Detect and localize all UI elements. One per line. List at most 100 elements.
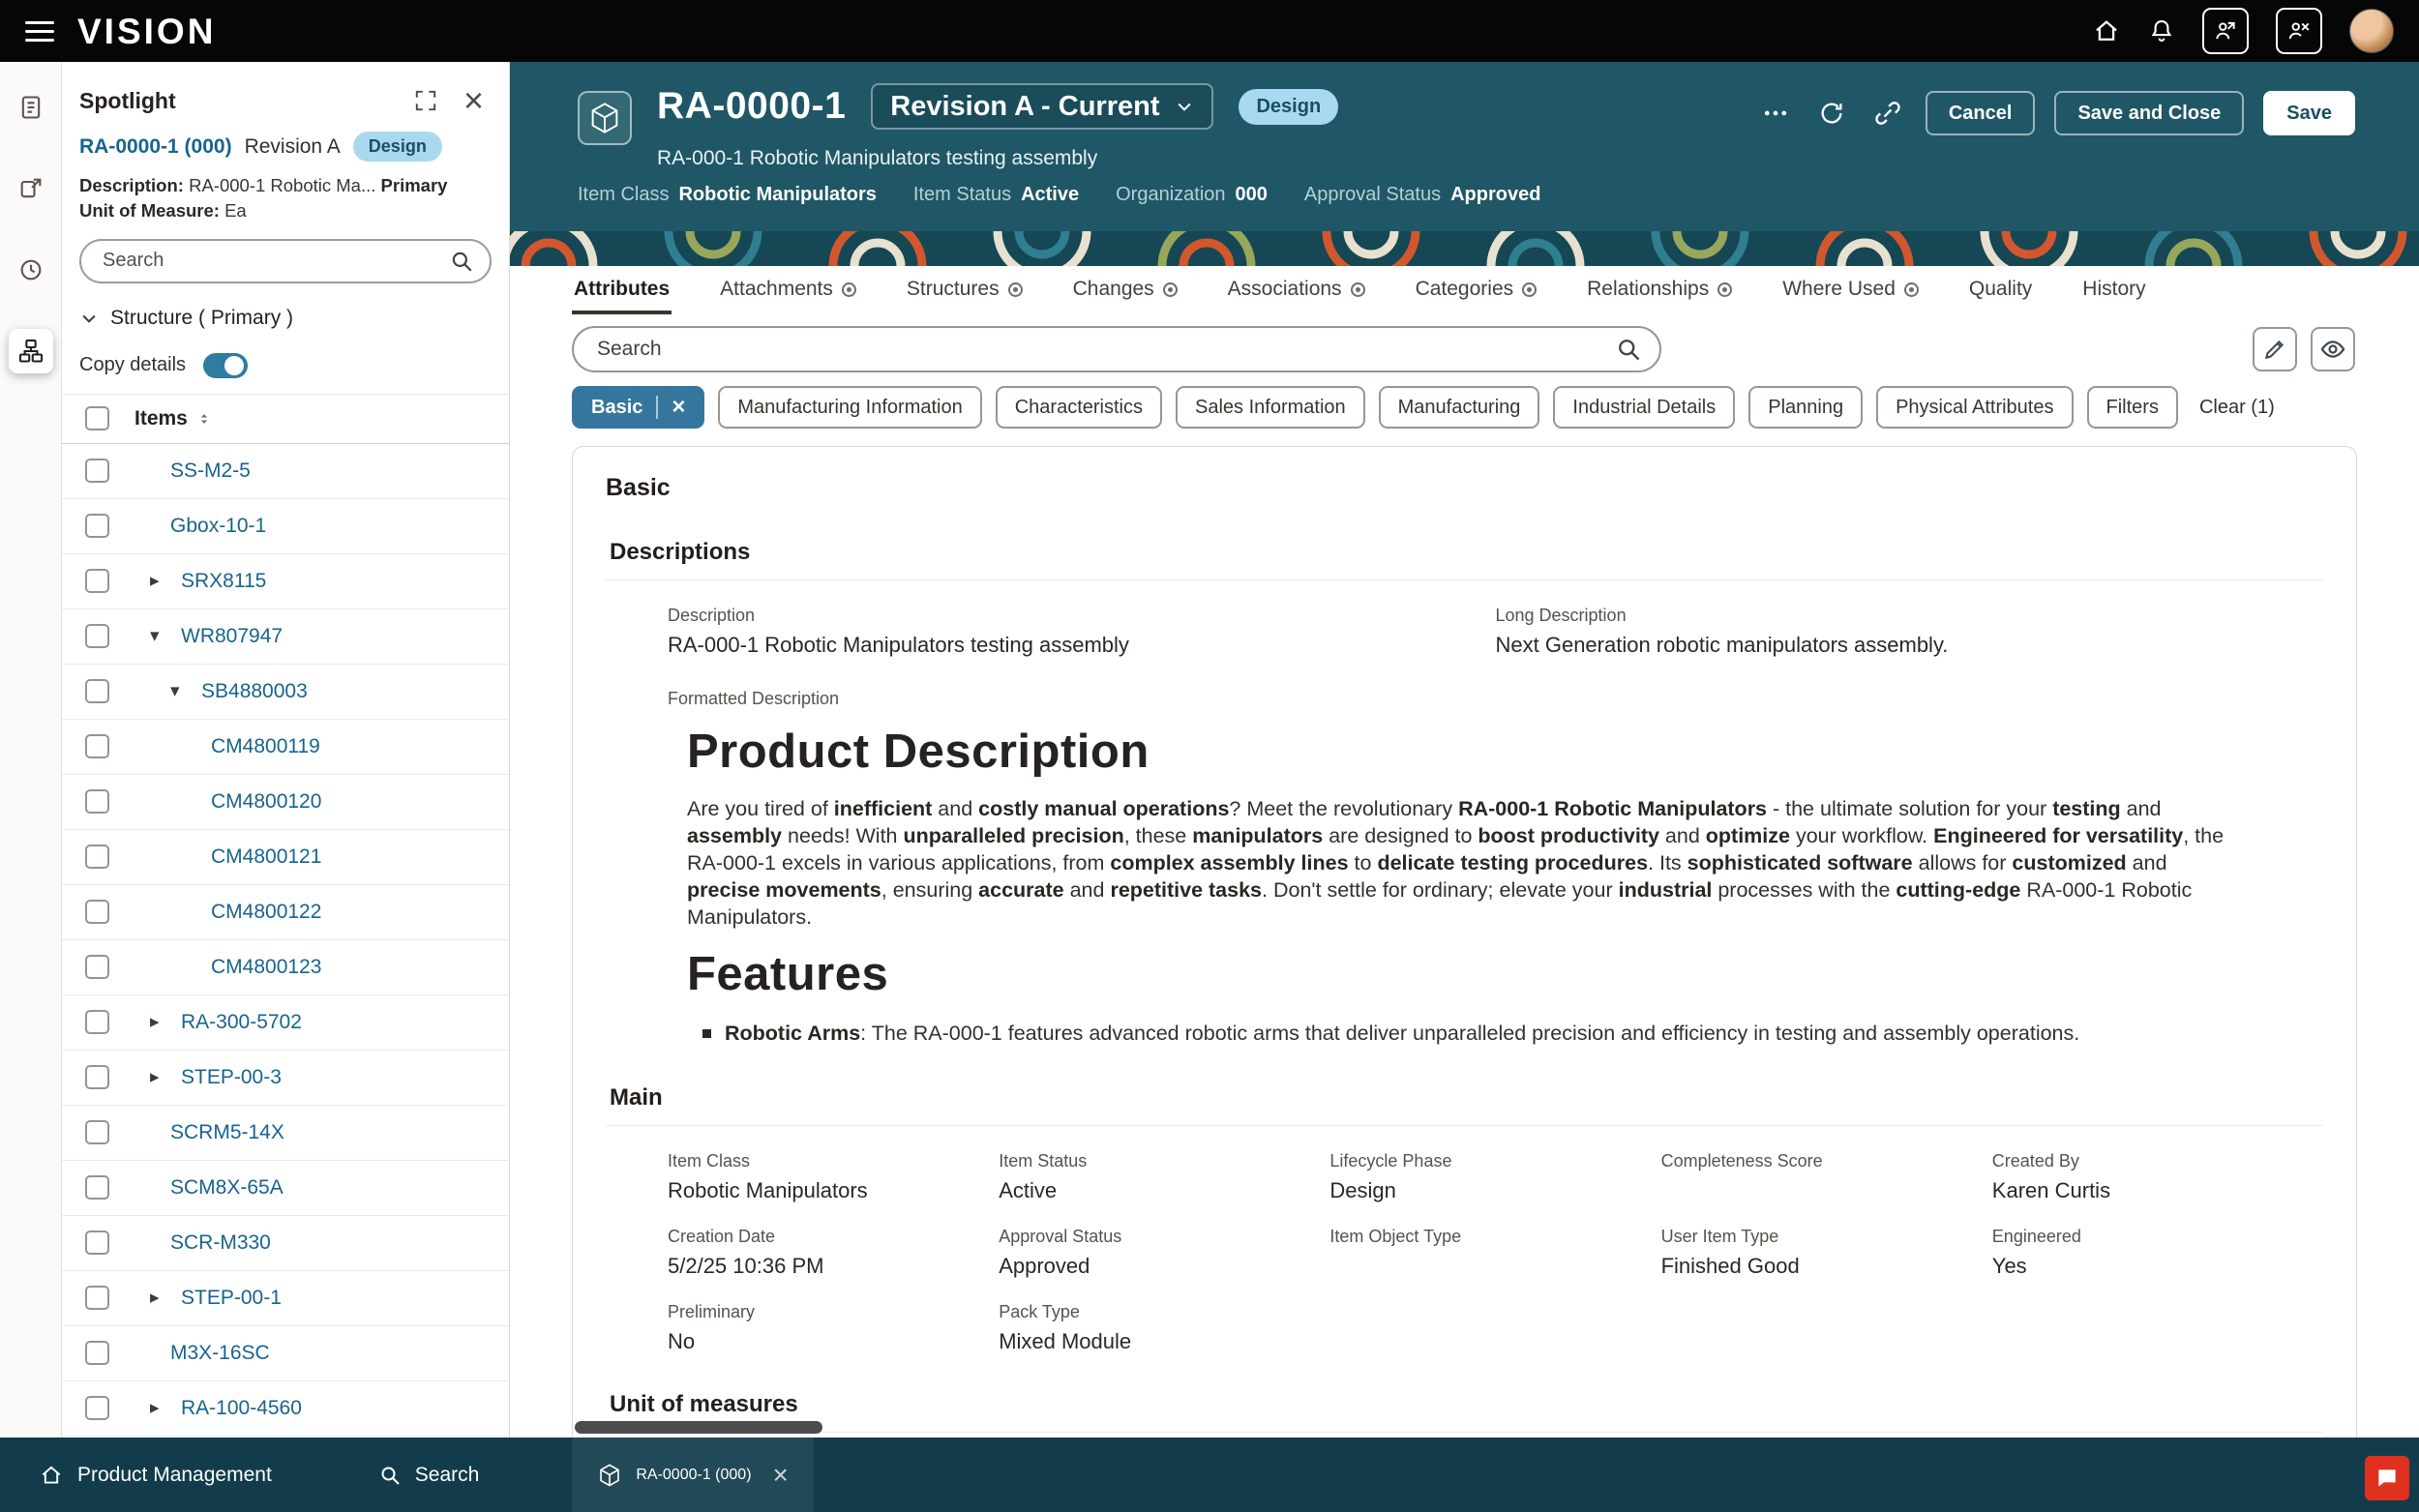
row-checkbox[interactable] — [85, 734, 109, 758]
tab-categories[interactable]: Categories — [1414, 270, 1539, 314]
item-link[interactable]: SCR-M330 — [170, 1231, 271, 1255]
chip-physical-attributes[interactable]: Physical Attributes — [1876, 386, 2073, 429]
tab-history[interactable]: History — [2080, 270, 2147, 314]
chip-planning[interactable]: Planning — [1748, 386, 1863, 429]
item-link[interactable]: M3X-16SC — [170, 1342, 270, 1365]
view-eye-button[interactable] — [2311, 327, 2355, 371]
tab-attributes[interactable]: Attributes — [572, 270, 672, 314]
row-checkbox[interactable] — [85, 1396, 109, 1420]
chip-sales-information[interactable]: Sales Information — [1176, 386, 1365, 429]
row-checkbox[interactable] — [85, 1175, 109, 1200]
row-checkbox[interactable] — [85, 624, 109, 648]
tree-row[interactable]: CM4800119 — [62, 720, 509, 775]
row-checkbox[interactable] — [85, 459, 109, 483]
chip-manufacturing[interactable]: Manufacturing — [1379, 386, 1540, 429]
bottom-search-item[interactable]: Search — [378, 1464, 480, 1487]
item-link[interactable]: WR807947 — [181, 625, 283, 648]
open-item-tab[interactable]: RA-0000-1 (000) × — [572, 1438, 814, 1512]
item-link[interactable]: STEP-00-3 — [181, 1066, 282, 1089]
tree-row[interactable]: SCRM5-14X — [62, 1106, 509, 1161]
tree-row[interactable]: CM4800121 — [62, 830, 509, 885]
item-link[interactable]: SRX8115 — [181, 570, 266, 593]
tab-associations[interactable]: Associations — [1226, 270, 1367, 314]
clear-filters-link[interactable]: Clear (1) — [2199, 397, 2275, 419]
expand-arrow-down[interactable]: ▾ — [150, 625, 181, 647]
tab-attachments[interactable]: Attachments — [718, 270, 858, 314]
row-checkbox[interactable] — [85, 679, 109, 703]
item-link[interactable]: RA-100-4560 — [181, 1397, 302, 1420]
item-link[interactable]: CM4800121 — [211, 845, 321, 869]
row-checkbox[interactable] — [85, 845, 109, 869]
tree-row[interactable]: ▸STEP-00-3 — [62, 1051, 509, 1106]
tree-row[interactable]: ▸RA-100-4560 — [62, 1381, 509, 1437]
overflow-menu-icon[interactable] — [1757, 99, 1794, 128]
product-management-item[interactable]: Product Management — [39, 1463, 272, 1488]
row-checkbox[interactable] — [85, 1230, 109, 1255]
chip-industrial-details[interactable]: Industrial Details — [1553, 386, 1735, 429]
item-link[interactable]: CM4800123 — [211, 956, 321, 979]
item-link[interactable]: SCRM5-14X — [170, 1121, 284, 1144]
item-link[interactable]: Gbox-10-1 — [170, 515, 266, 538]
tab-close-icon[interactable]: × — [773, 1462, 789, 1489]
copy-details-toggle[interactable] — [203, 353, 248, 378]
chip-manufacturing-information[interactable]: Manufacturing Information — [718, 386, 981, 429]
save-button[interactable]: Save — [2263, 91, 2355, 135]
expand-arrow-down[interactable]: ▾ — [170, 680, 201, 702]
revision-dropdown[interactable]: Revision A - Current — [871, 83, 1213, 130]
feedback-button[interactable] — [2365, 1456, 2409, 1500]
expand-arrow-right[interactable]: ▸ — [150, 1397, 181, 1419]
tree-row[interactable]: ▸STEP-00-1 — [62, 1271, 509, 1326]
tree-row[interactable]: ▾WR807947 — [62, 609, 509, 665]
history-icon[interactable] — [9, 248, 53, 292]
bell-icon[interactable] — [2148, 17, 2175, 44]
structure-icon[interactable] — [9, 329, 53, 373]
tab-relationships[interactable]: Relationships — [1585, 270, 1734, 314]
item-link[interactable]: SB4880003 — [201, 680, 308, 703]
close-icon[interactable]: × — [463, 83, 484, 118]
tab-where-used[interactable]: Where Used — [1780, 270, 1921, 314]
row-checkbox[interactable] — [85, 1010, 109, 1034]
row-checkbox[interactable] — [85, 900, 109, 924]
chip-close-icon[interactable]: × — [656, 396, 685, 419]
tree-row[interactable]: SS-M2-5 — [62, 444, 509, 499]
select-all-checkbox[interactable] — [85, 406, 109, 430]
spotlight-item-link[interactable]: RA-0000-1 (000) — [79, 135, 232, 159]
fullscreen-expand-icon[interactable] — [413, 88, 438, 113]
item-link[interactable]: CM4800122 — [211, 901, 321, 924]
sort-icon[interactable] — [195, 410, 213, 428]
panel-export-icon[interactable] — [9, 166, 53, 211]
item-link[interactable]: RA-300-5702 — [181, 1011, 302, 1034]
avatar[interactable] — [2349, 9, 2394, 53]
save-and-close-button[interactable]: Save and Close — [2054, 91, 2244, 135]
expand-arrow-right[interactable]: ▸ — [150, 570, 181, 592]
tree-row[interactable]: CM4800122 — [62, 885, 509, 940]
structure-section-toggle[interactable]: Structure ( Primary ) — [62, 283, 509, 330]
link-icon[interactable] — [1869, 100, 1906, 127]
horizontal-scrollbar-thumb[interactable] — [575, 1421, 822, 1434]
tab-quality[interactable]: Quality — [1967, 270, 2034, 314]
spotlight-form-icon[interactable] — [9, 85, 53, 130]
tree-row[interactable]: SCM8X-65A — [62, 1161, 509, 1216]
row-checkbox[interactable] — [85, 1286, 109, 1310]
tab-changes[interactable]: Changes — [1071, 270, 1180, 314]
chip-filters[interactable]: Filters — [2087, 386, 2178, 429]
refresh-icon[interactable] — [1813, 100, 1850, 127]
row-checkbox[interactable] — [85, 1120, 109, 1144]
tab-structures[interactable]: Structures — [905, 270, 1025, 314]
row-checkbox[interactable] — [85, 789, 109, 814]
tree-row[interactable]: SCR-M330 — [62, 1216, 509, 1271]
expand-arrow-right[interactable]: ▸ — [150, 1066, 181, 1088]
row-checkbox[interactable] — [85, 955, 109, 979]
tree-row[interactable]: CM4800120 — [62, 775, 509, 830]
user-share-button[interactable] — [2202, 8, 2249, 54]
tree-row[interactable]: ▸RA-300-5702 — [62, 995, 509, 1051]
search-icon[interactable] — [449, 249, 474, 274]
tree-row[interactable]: Gbox-10-1 — [62, 499, 509, 554]
item-link[interactable]: CM4800119 — [211, 735, 320, 758]
tree-row[interactable]: M3X-16SC — [62, 1326, 509, 1381]
tree-row[interactable]: ▾SB4880003 — [62, 665, 509, 720]
item-link[interactable]: SCM8X-65A — [170, 1176, 284, 1200]
chip-characteristics[interactable]: Characteristics — [996, 386, 1162, 429]
tree-row[interactable]: CM4800123 — [62, 940, 509, 995]
row-checkbox[interactable] — [85, 514, 109, 538]
